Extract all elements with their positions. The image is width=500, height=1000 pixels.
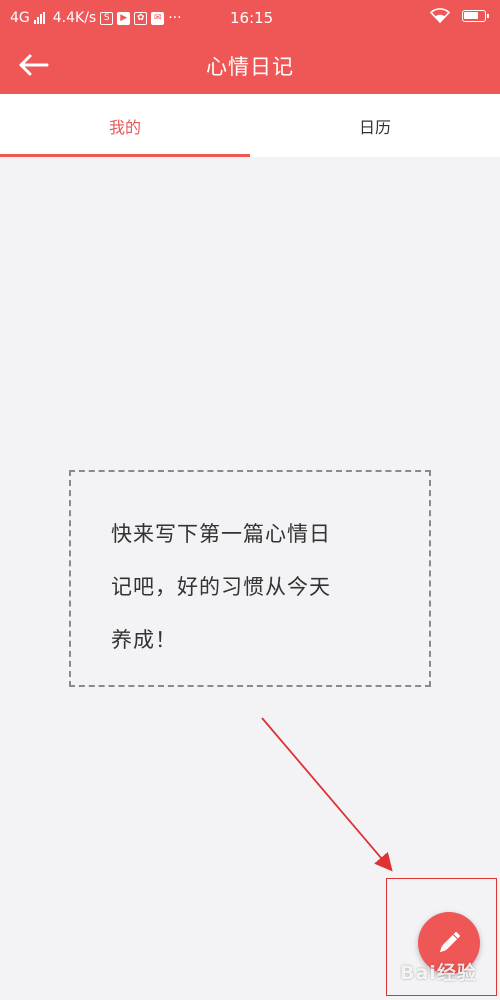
- pencil-icon: [439, 932, 460, 953]
- watermark: Bai经验: [400, 962, 477, 984]
- annotation-arrow: [261, 717, 393, 872]
